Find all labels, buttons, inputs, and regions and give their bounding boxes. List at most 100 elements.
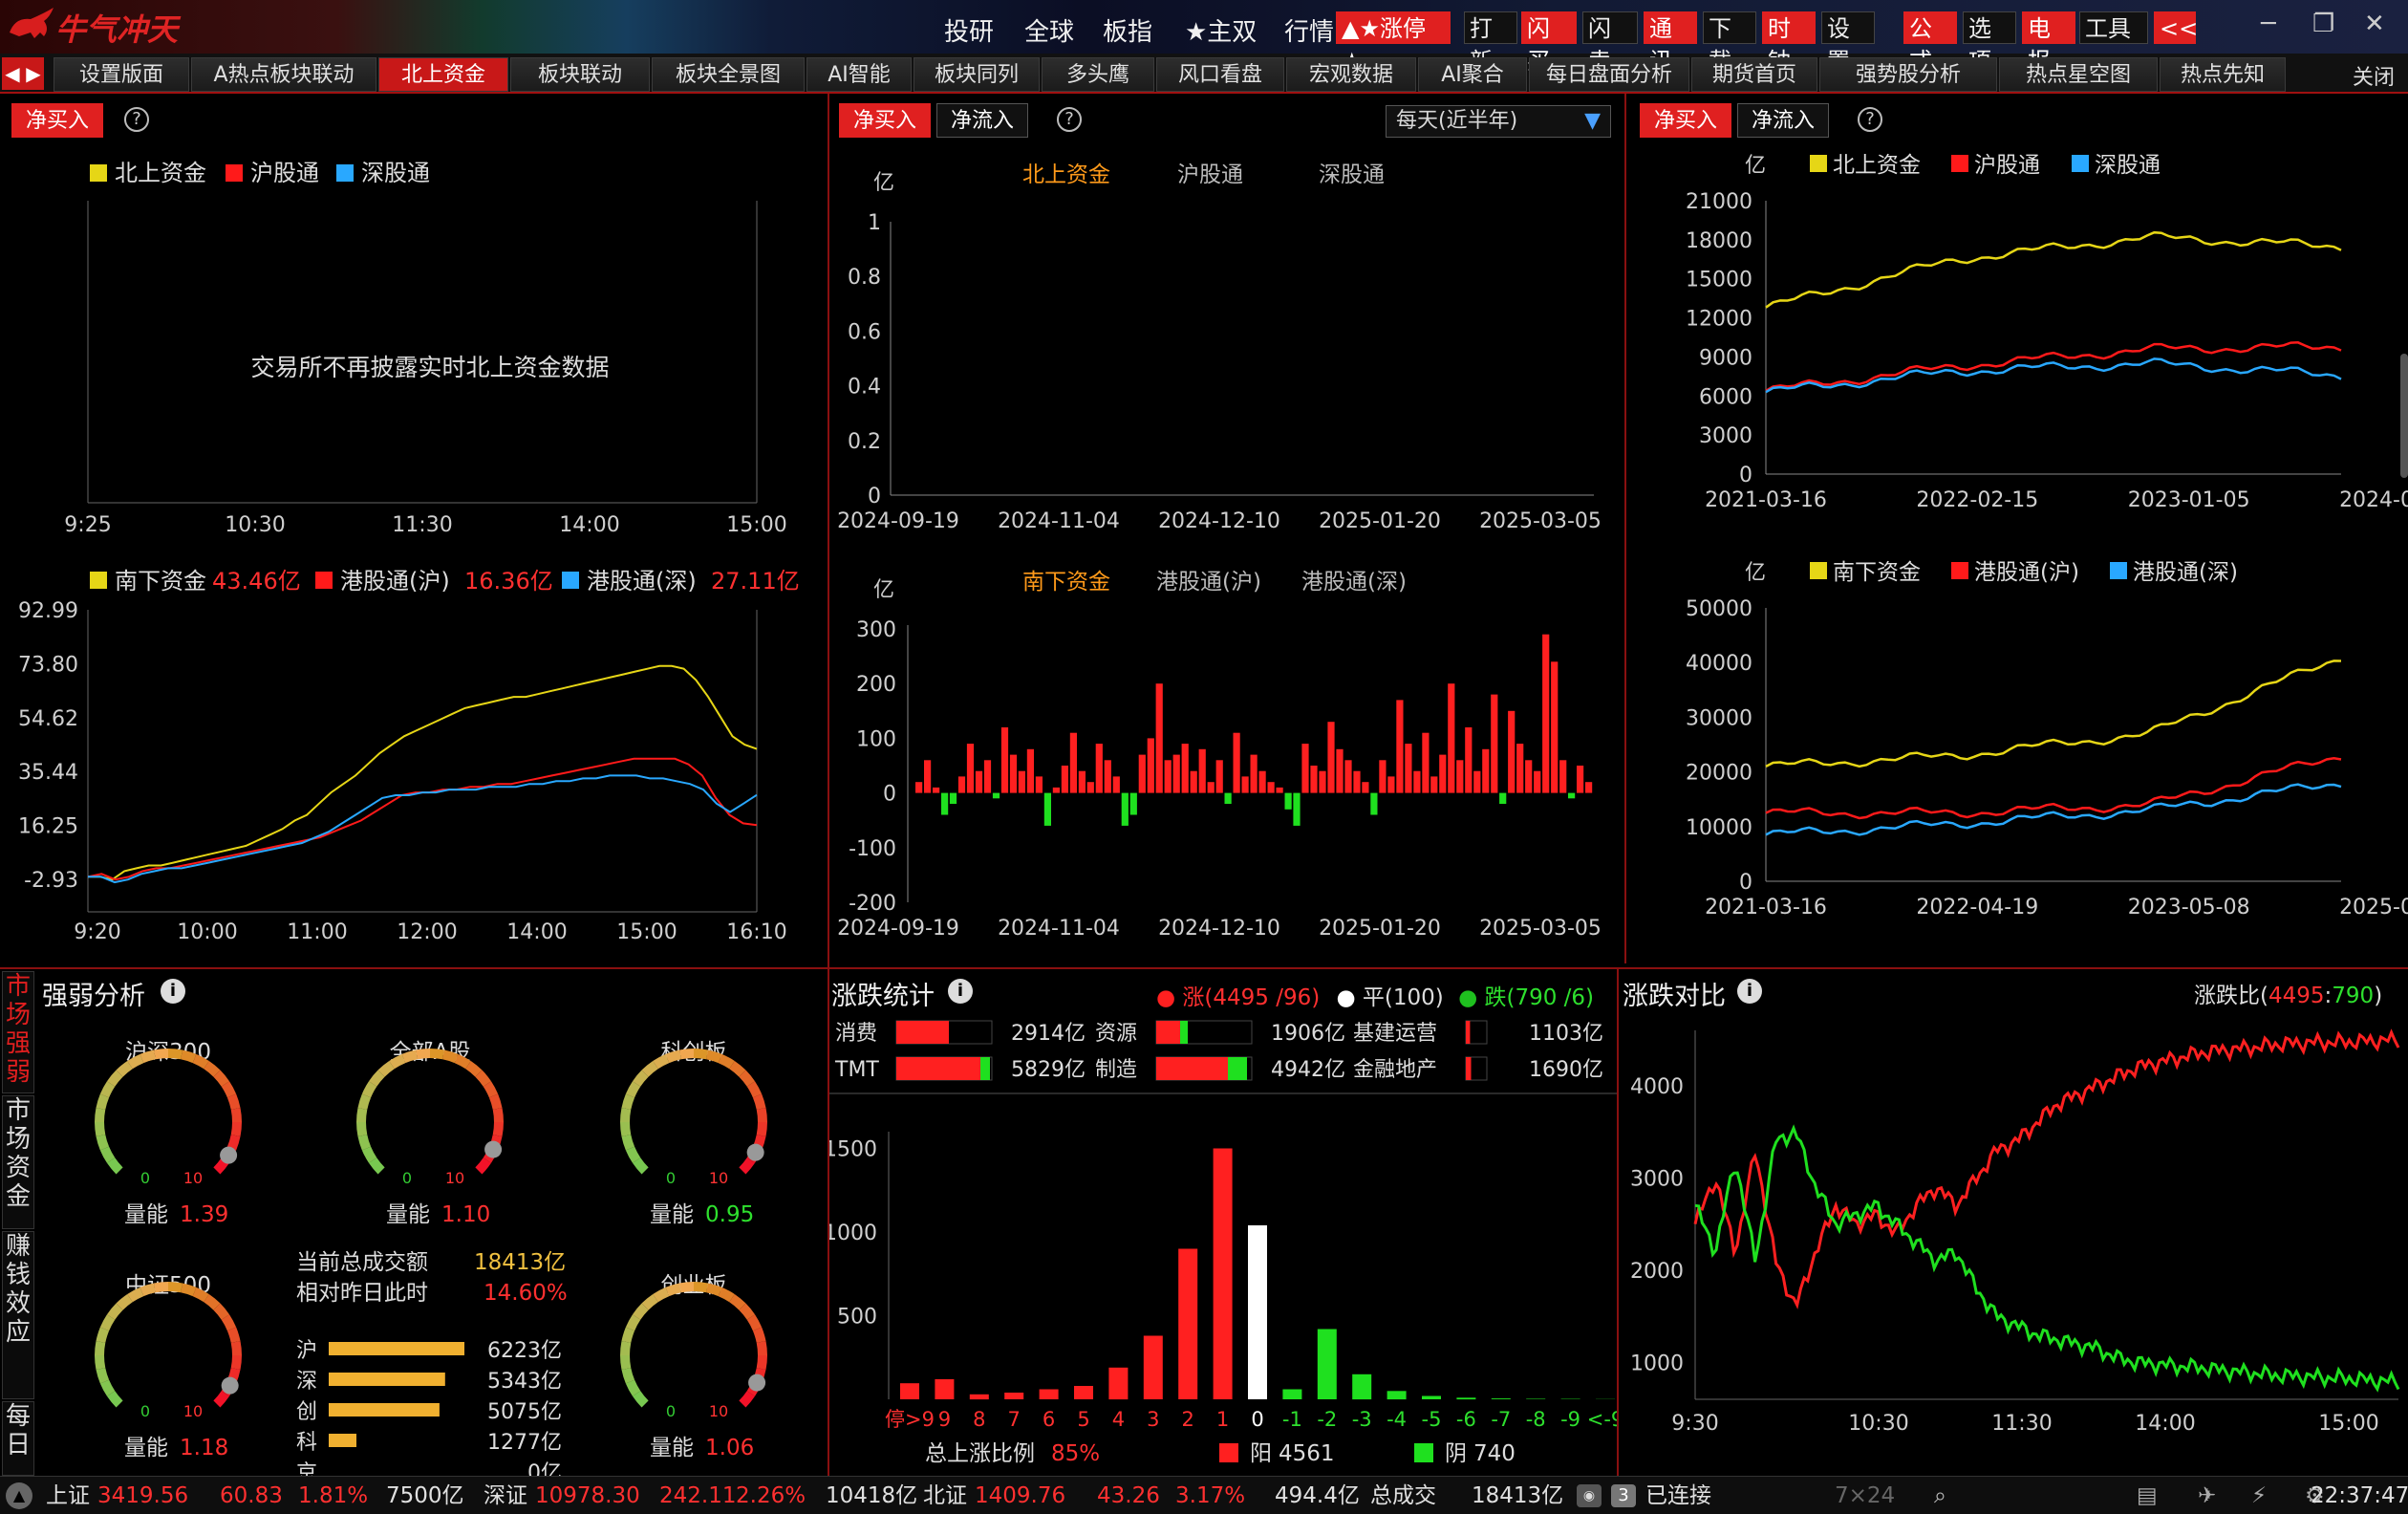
restore-icon[interactable]: ❐ xyxy=(2312,10,2334,38)
menu-research[interactable]: 投研 xyxy=(944,12,994,48)
bar[interactable] xyxy=(933,787,940,793)
bar[interactable] xyxy=(1095,744,1103,793)
toolbar-button-0[interactable]: ▲★涨停★ xyxy=(1336,11,1451,75)
gauge-3[interactable]: 中证5009.30 10量能 1.18 xyxy=(95,1273,242,1460)
toolbar-button-9[interactable]: 选项 xyxy=(1963,11,2016,75)
vtab-0[interactable]: 市场强弱 xyxy=(2,971,34,1093)
status-sz-index[interactable]: 10978.30 xyxy=(535,1477,640,1514)
bar[interactable] xyxy=(1018,770,1025,793)
bar[interactable] xyxy=(1293,792,1301,826)
bar[interactable] xyxy=(924,760,932,793)
tab-0[interactable]: 设置版面 xyxy=(54,57,189,92)
bar[interactable] xyxy=(1250,754,1258,793)
bar[interactable] xyxy=(1078,770,1086,793)
tab-14[interactable]: 热点星空图 xyxy=(1999,57,2158,92)
bar[interactable] xyxy=(1370,792,1378,815)
notification-badge[interactable]: 3 xyxy=(1611,1484,1636,1507)
dist-bar[interactable] xyxy=(935,1379,955,1399)
bar[interactable] xyxy=(1043,792,1051,826)
bar[interactable] xyxy=(1534,770,1541,793)
bar[interactable] xyxy=(1508,710,1516,793)
bar[interactable] xyxy=(975,770,983,793)
close-page-button[interactable]: 关闭 xyxy=(2353,60,2395,91)
toolbar-button-12[interactable]: << xyxy=(2154,11,2198,44)
bar[interactable] xyxy=(1233,732,1240,793)
toolbar-button-8[interactable]: 公式 xyxy=(1903,11,1957,75)
dist-bar[interactable] xyxy=(1143,1335,1163,1400)
bar[interactable] xyxy=(1138,754,1146,793)
toolbar-button-5[interactable]: 下载 xyxy=(1703,11,1756,75)
mid-tab-north[interactable]: 北上资金 xyxy=(1022,162,1110,187)
bar[interactable] xyxy=(1224,792,1232,804)
dist-bar[interactable] xyxy=(1456,1397,1476,1400)
bar[interactable] xyxy=(1207,782,1215,793)
tab-scroll-left-icon[interactable]: ◀ xyxy=(2,57,23,90)
dist-bar[interactable] xyxy=(1387,1391,1407,1400)
bar[interactable] xyxy=(1405,744,1412,793)
minimize-icon[interactable]: ─ xyxy=(2261,10,2276,38)
bar[interactable] xyxy=(1430,776,1438,793)
bar[interactable] xyxy=(1516,744,1524,793)
updown-info-icon[interactable]: i xyxy=(948,979,973,1004)
bar[interactable] xyxy=(1568,792,1576,799)
bar[interactable] xyxy=(1456,760,1464,793)
status-sh-index[interactable]: 3419.56 xyxy=(97,1477,188,1514)
bar[interactable] xyxy=(1052,787,1060,793)
menu-global[interactable]: 全球 xyxy=(1024,12,1074,48)
bar[interactable] xyxy=(1121,792,1129,826)
tab-2[interactable]: 北上资金 xyxy=(378,57,508,92)
toolbar-button-11[interactable]: 工具 xyxy=(2079,11,2148,44)
toolbar-button-6[interactable]: 时钟 xyxy=(1762,11,1816,75)
gauge-4[interactable]: 创业板9.20 10量能 1.06 xyxy=(620,1273,767,1460)
bar[interactable] xyxy=(1009,754,1018,793)
mid-tab-hk-sh[interactable]: 港股通(沪) xyxy=(1156,570,1261,595)
vtab-3[interactable]: 每日 xyxy=(2,1401,34,1476)
flash-icon[interactable]: ⚡ xyxy=(2251,1477,2267,1514)
bar[interactable] xyxy=(1413,770,1421,793)
bar[interactable] xyxy=(1525,760,1533,793)
dist-bar[interactable] xyxy=(900,1383,919,1399)
bar[interactable] xyxy=(1129,792,1137,815)
tab-10[interactable]: AI聚合 xyxy=(1418,57,1527,92)
tab-scroll-right-icon[interactable]: ▶ xyxy=(23,57,44,90)
dist-bar[interactable] xyxy=(1422,1395,1441,1400)
bar[interactable] xyxy=(1276,787,1283,793)
search-icon[interactable]: ⌕ xyxy=(1934,1477,1946,1514)
bar[interactable] xyxy=(1215,760,1223,793)
bar[interactable] xyxy=(1301,744,1309,793)
tab-3[interactable]: 板块联动 xyxy=(510,57,650,92)
tab-15[interactable]: 热点先知 xyxy=(2160,57,2286,92)
tab-4[interactable]: 板块全景图 xyxy=(652,57,805,92)
dist-bar[interactable] xyxy=(1039,1389,1059,1400)
tab-7[interactable]: 多头鹰 xyxy=(1042,57,1154,92)
bar[interactable] xyxy=(1310,766,1318,793)
bar[interactable] xyxy=(1559,760,1567,793)
mid-tab-sh[interactable]: 沪股通 xyxy=(1177,162,1243,187)
bar[interactable] xyxy=(1439,754,1447,793)
bar[interactable] xyxy=(1155,683,1163,793)
dist-bar[interactable] xyxy=(1248,1225,1267,1399)
bar[interactable] xyxy=(1491,694,1498,793)
mid-tab-sz[interactable]: 深股通 xyxy=(1319,162,1385,187)
compare-info-icon[interactable]: i xyxy=(1737,979,1762,1004)
mid-tab-hk-sz[interactable]: 港股通(深) xyxy=(1301,570,1407,595)
bar[interactable] xyxy=(1542,634,1550,793)
bar[interactable] xyxy=(949,792,957,804)
dist-bar[interactable] xyxy=(1213,1148,1233,1400)
bar[interactable] xyxy=(1499,792,1507,804)
bar[interactable] xyxy=(1422,732,1430,793)
antenna-icon[interactable]: ✈ xyxy=(2198,1477,2216,1514)
tab-11[interactable]: 每日盘面分析 xyxy=(1529,57,1689,92)
bar[interactable] xyxy=(1069,732,1077,793)
status-bz-index[interactable]: 1409.76 xyxy=(975,1477,1065,1514)
bar[interactable] xyxy=(1104,760,1111,793)
toolbar-button-3[interactable]: 闪卖 xyxy=(1582,11,1638,75)
bar[interactable] xyxy=(1344,760,1352,793)
vtab-1[interactable]: 市场资金 xyxy=(2,1095,34,1229)
bar[interactable] xyxy=(1387,776,1395,793)
dist-bar[interactable] xyxy=(1108,1367,1129,1400)
message-icon[interactable]: ▤ xyxy=(2137,1477,2158,1514)
bar[interactable] xyxy=(966,744,975,793)
bar[interactable] xyxy=(1482,748,1490,793)
close-window-icon[interactable]: ✕ xyxy=(2364,10,2385,38)
